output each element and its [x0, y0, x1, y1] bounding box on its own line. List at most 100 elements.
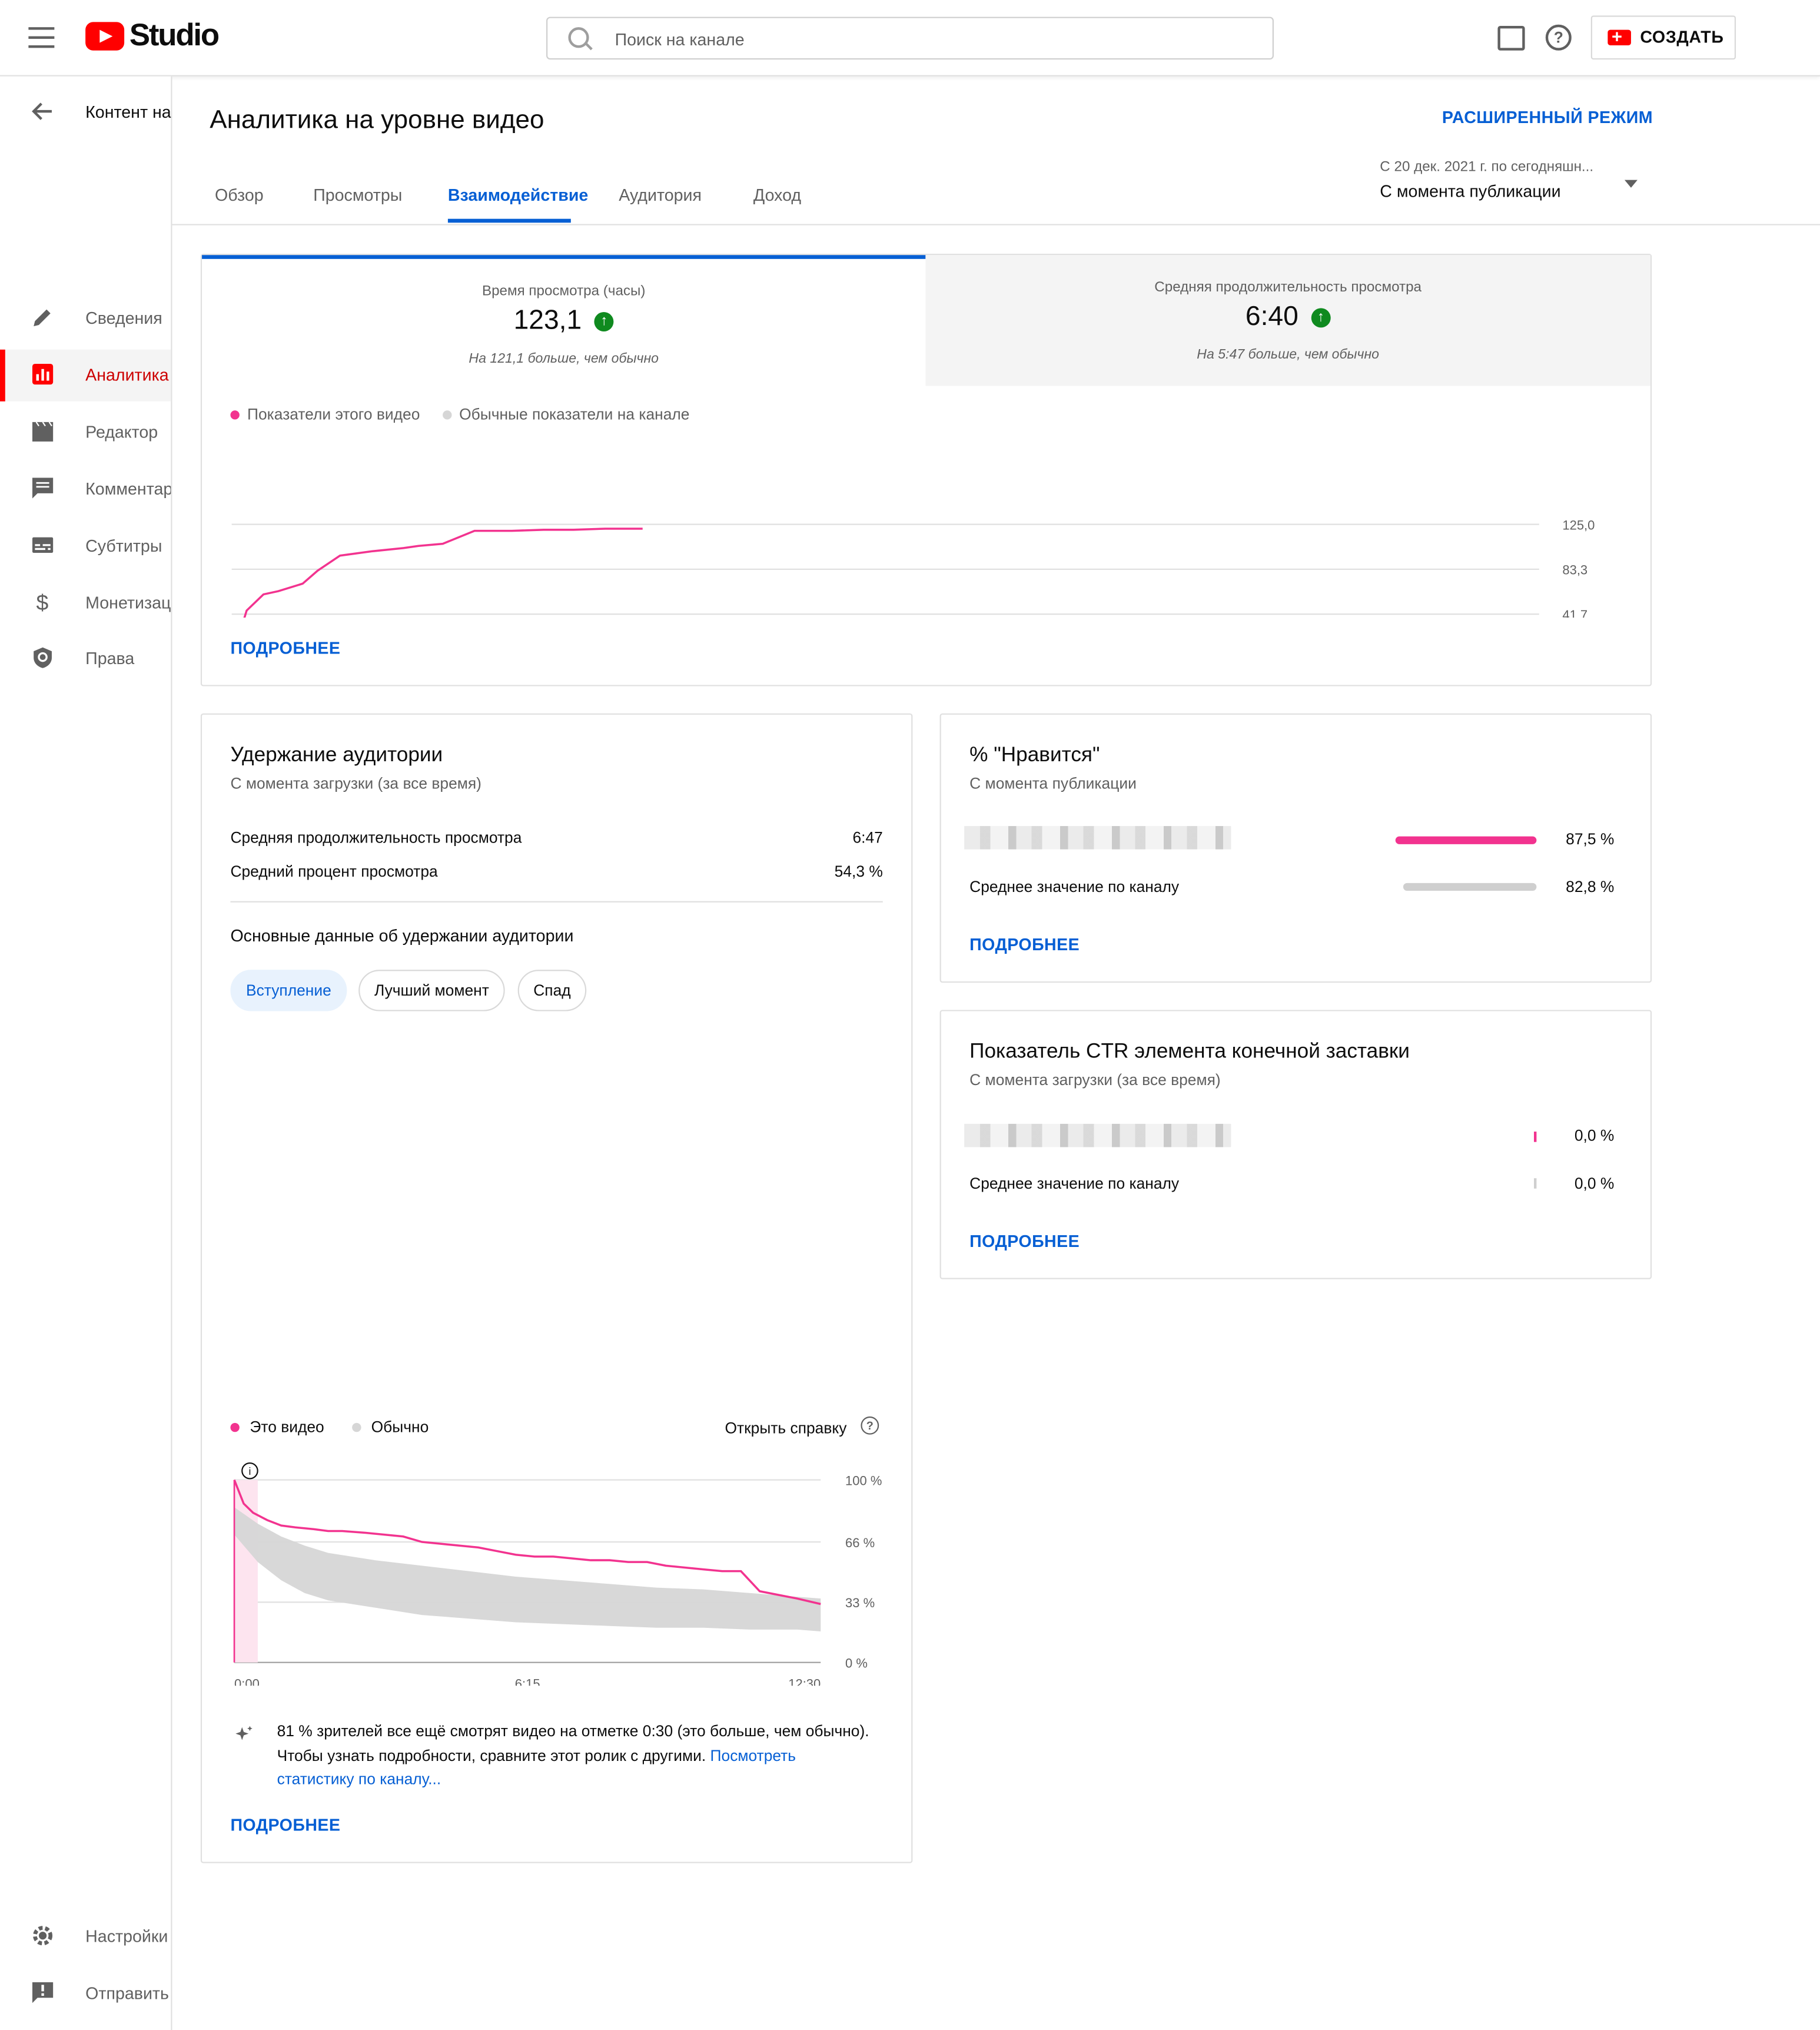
likes-channel-label: Среднее значение по каналу [969, 878, 1180, 896]
subtitles-icon [32, 537, 54, 553]
page-title: Аналитика на уровне видео [210, 106, 544, 135]
chart-legend: Показатели этого видео Обычные показател… [230, 405, 689, 423]
likes-channel-value: 82,8 % [1566, 878, 1615, 896]
metric-note: На 5:47 больше, чем обычно [1197, 347, 1380, 363]
series-line-video [243, 528, 643, 618]
watch-time-chart: 125,083,341,70,001234567 дней [231, 518, 1595, 618]
open-help-link[interactable]: Открыть справку [725, 1419, 847, 1437]
likes-subtitle: С момента публикации [969, 774, 1137, 792]
sidebar-item-analytics[interactable]: Аналитика [0, 349, 171, 402]
avg-percent-value: 54,3 % [834, 862, 883, 881]
ctr-channel-bar [1533, 1178, 1537, 1189]
likes-title: % "Нравится" [969, 744, 1100, 767]
key-moments-title: Основные данные об удержании аудитории [230, 926, 574, 946]
retention-chart: 100 % 66 % 33 % 0 % 0:00 6:15 12:30 i [233, 1462, 882, 1686]
y-tick-label: 0 % [845, 1656, 868, 1671]
series-band-typical [234, 1507, 821, 1631]
analytics-icon [32, 363, 54, 385]
legend-video-label: Это видео [250, 1418, 324, 1436]
likes-more-link[interactable]: ПОДРОБНЕЕ [969, 935, 1080, 954]
ctr-more-link[interactable]: ПОДРОБНЕЕ [969, 1231, 1080, 1250]
tab-audience[interactable]: Аудитория [619, 185, 702, 204]
insight-text-block: 81 % зрителей все ещё смотрят видео на о… [277, 1719, 875, 1791]
sidebar-item-feedback[interactable]: Отправить [0, 1968, 171, 2020]
tabs-divider [172, 224, 1820, 225]
search-box[interactable] [546, 16, 1274, 61]
pencil-icon [34, 309, 51, 327]
chip-dip[interactable]: Спад [517, 970, 587, 1011]
date-range-label[interactable]: С 20 дек. 2021 г. по сегодняшн... [1380, 159, 1593, 174]
feedback-icon [32, 1982, 54, 2004]
tab-overview[interactable]: Обзор [215, 185, 264, 204]
comment-icon [32, 477, 54, 499]
ctr-channel-label: Среднее значение по каналу [969, 1174, 1180, 1193]
tab-views[interactable]: Просмотры [313, 185, 402, 204]
chip-top-moment[interactable]: Лучший момент [358, 970, 505, 1011]
feedback-label: Отправить [85, 1983, 169, 2004]
sidebar-item-copyright[interactable]: Права [0, 633, 171, 685]
dropdown-caret-icon[interactable] [1624, 180, 1638, 188]
gear-icon [33, 1926, 53, 1946]
studio-logo-text[interactable]: Studio [129, 18, 220, 55]
avg-duration-value: 6:47 [852, 828, 883, 847]
advanced-mode-link[interactable]: РАСШИРЕННЫЙ РЕЖИМ [1442, 108, 1653, 127]
retention-subtitle: С момента загрузки (за все время) [230, 774, 481, 792]
help-icon[interactable]: ? [861, 1416, 879, 1435]
avg-percent-label: Средний процент просмотра [230, 862, 438, 881]
sidebar-item-comments[interactable]: Комментар [0, 463, 171, 515]
x-tick-label: 0:00 [234, 1677, 260, 1686]
sidebar-item-label: Аналитика [85, 365, 169, 385]
blurred-video-title [964, 826, 1231, 850]
metric-label: Средняя продолжительность просмотра [1154, 280, 1422, 296]
tab-revenue[interactable]: Доход [753, 185, 801, 204]
sidebar-item-details[interactable]: Сведения [0, 293, 171, 344]
sidebar-item-subtitles[interactable]: Субтитры [0, 520, 171, 572]
y-tick-label: 66 % [845, 1535, 875, 1550]
likes-video-value: 87,5 % [1566, 830, 1615, 848]
help-icon[interactable]: ? [1545, 24, 1572, 51]
retention-title: Удержание аудитории [230, 744, 443, 767]
create-video-icon [1608, 26, 1631, 47]
hamburger-menu-icon[interactable] [28, 27, 55, 48]
youtube-logo-icon[interactable] [85, 22, 125, 51]
chip-intro[interactable]: Вступление [230, 970, 347, 1011]
metric-avg-duration[interactable]: Средняя продолжительность просмотра 6:40… [925, 255, 1650, 386]
legend-typical-dot [351, 1422, 361, 1432]
back-label: Контент на [85, 102, 171, 122]
back-to-content[interactable]: Контент на [0, 87, 171, 138]
feedback-message-icon[interactable] [1497, 25, 1525, 51]
back-arrow-icon [32, 102, 52, 120]
tab-engagement[interactable]: Взаимодействие [448, 185, 588, 204]
x-tick-label: 12:30 [788, 1677, 821, 1686]
sidebar-item-label: Монетизац [85, 593, 171, 613]
divider [230, 901, 883, 903]
legend-video-dot [230, 410, 240, 420]
sidebar: Контент на Сведения Аналитика Редактор К… [0, 76, 172, 2030]
shield-icon [34, 647, 52, 668]
sidebar-item-editor[interactable]: Редактор [0, 407, 171, 459]
ctr-video-value: 0,0 % [1574, 1126, 1615, 1145]
metric-watch-time[interactable]: Время просмотра (часы) 123,1 ↑ На 121,1 … [202, 255, 926, 386]
legend-typical-label: Обычные показатели на канале [459, 405, 690, 424]
sidebar-item-monetization[interactable]: $ Монетизац [0, 578, 171, 629]
svg-text:$: $ [36, 591, 49, 614]
legend-video-label: Показатели этого видео [247, 405, 420, 424]
up-arrow-icon: ↑ [594, 311, 614, 331]
y-tick-label: 41,7 [1562, 608, 1587, 618]
ctr-title: Показатель CTR элемента конечной заставк… [969, 1041, 1410, 1063]
avg-duration-label: Средняя продолжительность просмотра [230, 828, 522, 847]
metric-label: Время просмотра (часы) [481, 283, 646, 300]
y-tick-label: 100 % [845, 1473, 882, 1488]
sidebar-item-label: Субтитры [85, 536, 162, 556]
create-button[interactable]: СОЗДАТЬ [1590, 15, 1736, 60]
date-range-value[interactable]: С момента публикации [1380, 181, 1560, 201]
search-input[interactable] [612, 18, 1239, 61]
watch-more-link[interactable]: ПОДРОБНЕЕ [230, 638, 340, 658]
metric-value: 123,1 [513, 305, 582, 336]
sidebar-item-label: Сведения [85, 308, 162, 328]
sidebar-item-settings[interactable]: Настройки [0, 1911, 171, 1963]
blurred-video-title [964, 1123, 1231, 1147]
metric-value: 6:40 [1245, 301, 1298, 331]
retention-card: Удержание аудитории С момента загрузки (… [200, 713, 913, 1863]
retention-more-link[interactable]: ПОДРОБНЕЕ [230, 1815, 340, 1835]
